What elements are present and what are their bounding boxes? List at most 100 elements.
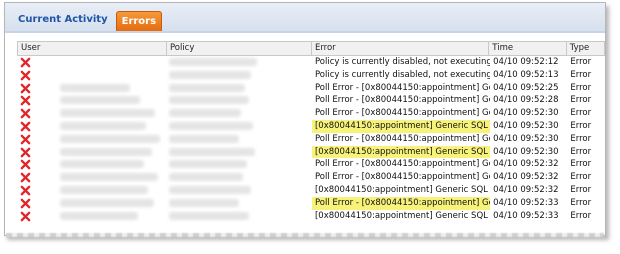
- time-cell: 04/10 09:52:25: [493, 82, 559, 93]
- error-cell: [0x80044150:appointment] Generic SQL err…: [314, 184, 490, 195]
- table-row[interactable]: [0x80044150:appointment] Generic SQL err…: [17, 119, 605, 133]
- redacted-user: [60, 83, 130, 92]
- redacted-policy: [169, 83, 246, 92]
- column-header-policy[interactable]: Policy: [167, 42, 312, 55]
- redacted-policy: [169, 160, 248, 169]
- type-cell: Error: [570, 69, 592, 80]
- type-cell: Error: [570, 172, 592, 183]
- redacted-user: [60, 211, 138, 220]
- error-cell: Poll Error - [0x80044150:appointment] Ge…: [314, 133, 491, 144]
- table-row[interactable]: [0x80044150:appointment] Generic SQL err…: [17, 210, 605, 223]
- table-row[interactable]: Poll Error - [0x80044150:appointment] Ge…: [17, 158, 605, 171]
- error-x-icon: [20, 83, 31, 93]
- error-cell: [0x80044150:appointment] Generic SQL err…: [314, 210, 490, 221]
- table-row[interactable]: Poll Error - [0x80044150:appointment] Ge…: [17, 171, 605, 184]
- redacted-policy: [169, 147, 256, 156]
- error-cell: Poll Error - [0x80044150:appointment] Ge…: [314, 159, 491, 170]
- redacted-user: [60, 147, 152, 156]
- policy-cell: [166, 82, 312, 95]
- redacted-policy: [169, 134, 240, 143]
- redacted-policy: [169, 211, 250, 220]
- activity-panel: Current Activity Errors User Policy Erro…: [4, 2, 606, 236]
- redacted-policy: [169, 121, 254, 130]
- time-cell: 04/10 09:52:33: [493, 210, 559, 221]
- error-x-icon: [20, 172, 31, 183]
- error-x-icon: [20, 96, 31, 106]
- user-cell: [17, 107, 166, 120]
- policy-cell: [166, 210, 312, 223]
- time-cell: 04/10 09:52:33: [493, 197, 559, 208]
- policy-cell: [166, 146, 312, 159]
- table-row[interactable]: [0x80044150:appointment] Generic SQL err…: [17, 184, 605, 197]
- user-cell: [17, 197, 166, 210]
- policy-cell: [166, 120, 312, 133]
- redacted-policy: [169, 109, 242, 118]
- table-row[interactable]: Poll Error - [0x80044150:appointment] Ge…: [17, 82, 605, 95]
- user-cell: [17, 184, 166, 197]
- redacted-user: [60, 134, 160, 143]
- table-row[interactable]: Poll Error - [0x80044150:appointment] Ge…: [17, 196, 605, 210]
- type-cell: Error: [570, 57, 592, 67]
- column-header-user[interactable]: User: [18, 42, 167, 55]
- policy-cell: [166, 69, 312, 82]
- policy-cell: [166, 133, 312, 146]
- error-x-icon: [20, 57, 31, 68]
- user-cell: [17, 94, 166, 107]
- tab-current-activity[interactable]: Current Activity: [13, 10, 113, 31]
- error-x-icon: [20, 160, 31, 170]
- torn-edge: [6, 233, 604, 237]
- table-row[interactable]: Poll Error - [0x80044150:appointment] Ge…: [17, 94, 605, 107]
- user-cell: [17, 210, 166, 223]
- user-cell: [17, 69, 166, 82]
- table-row[interactable]: Policy is currently disabled, not execut…: [17, 56, 605, 69]
- policy-cell: [166, 94, 312, 107]
- user-cell: [17, 133, 166, 146]
- redacted-policy: [169, 70, 252, 79]
- time-cell: 04/10 09:52:30: [493, 133, 559, 144]
- redacted-user: [60, 160, 144, 169]
- error-cell: Poll Error - [0x80044150:appointment] Ge…: [314, 172, 491, 183]
- policy-cell: [166, 107, 312, 120]
- redacted-policy: [169, 173, 244, 182]
- error-x-icon: [20, 70, 31, 81]
- user-cell: [17, 82, 166, 95]
- table-row[interactable]: Policy is currently disabled, not execut…: [17, 69, 605, 82]
- type-cell: Error: [570, 108, 592, 119]
- error-cell: Poll Error - [0x80044150:appointment] Ge…: [311, 196, 491, 210]
- time-cell: 04/10 09:52:28: [493, 95, 559, 106]
- time-cell: 04/10 09:52:32: [493, 172, 559, 183]
- table-row[interactable]: Poll Error - [0x80044150:appointment] Ge…: [17, 133, 605, 146]
- redacted-user: [60, 109, 155, 118]
- error-cell: Poll Error - [0x80044150:appointment] Ge…: [314, 95, 491, 106]
- column-header-error[interactable]: Error: [312, 42, 490, 55]
- policy-cell: [166, 171, 312, 184]
- redacted-policy: [169, 198, 240, 207]
- redacted-policy: [169, 96, 250, 105]
- type-cell: Error: [570, 82, 592, 93]
- user-cell: [17, 171, 166, 184]
- redacted-user: [60, 121, 146, 130]
- tab-errors[interactable]: Errors: [115, 11, 163, 31]
- time-cell: 04/10 09:52:32: [493, 184, 559, 195]
- error-cell: Policy is currently disabled, not execut…: [314, 69, 491, 80]
- user-cell: [17, 56, 166, 69]
- error-cell: Poll Error - [0x80044150:appointment] Ge…: [314, 108, 491, 119]
- errors-table: User Policy Error Time Type Policy is cu…: [17, 41, 605, 222]
- column-header-time[interactable]: Time: [489, 42, 567, 55]
- column-header-type[interactable]: Type: [567, 42, 604, 55]
- policy-cell: [166, 158, 312, 171]
- redacted-user: [60, 96, 140, 105]
- type-cell: Error: [570, 197, 592, 208]
- type-cell: Error: [570, 210, 592, 221]
- table-header: User Policy Error Time Type: [17, 41, 605, 56]
- user-cell: [17, 158, 166, 171]
- time-cell: 04/10 09:52:12: [493, 57, 559, 67]
- type-cell: Error: [570, 146, 592, 157]
- type-cell: Error: [570, 184, 592, 195]
- user-cell: [17, 146, 166, 159]
- table-row[interactable]: [0x80044150:appointment] Generic SQL err…: [17, 145, 605, 159]
- table-body: Policy is currently disabled, not execut…: [17, 56, 605, 222]
- table-row[interactable]: Poll Error - [0x80044150:appointment] Ge…: [17, 107, 605, 120]
- error-x-icon: [20, 147, 31, 157]
- error-cell: Poll Error - [0x80044150:appointment] Ge…: [314, 82, 491, 93]
